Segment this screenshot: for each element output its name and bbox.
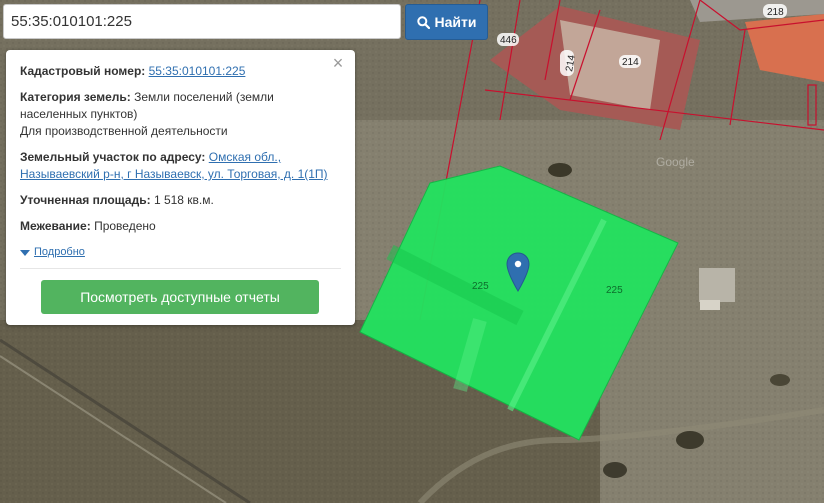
- parcel-label-446: 446: [500, 35, 517, 46]
- expand-triangle-icon: [20, 249, 30, 256]
- survey-row: Межевание: Проведено: [20, 218, 341, 235]
- map-watermark: Google: [656, 155, 695, 169]
- parcel-label-218: 218: [767, 7, 784, 18]
- search-bar: Найти: [3, 4, 488, 40]
- area-label: Уточненная площадь:: [20, 193, 151, 207]
- cadastral-number-link[interactable]: 55:35:010101:225: [149, 64, 246, 78]
- address-row: Земельный участок по адресу: Омская обл.…: [20, 149, 341, 183]
- divider: [20, 268, 341, 269]
- land-category-label: Категория земель:: [20, 90, 131, 104]
- details-link[interactable]: Подробно: [34, 244, 85, 261]
- parcel-label-225-a: 225: [472, 281, 489, 292]
- search-icon: [416, 15, 430, 29]
- land-category-row: Категория земель: Земли поселений (земли…: [20, 89, 341, 140]
- land-use-value: Для производственной деятельности: [20, 124, 228, 138]
- search-button[interactable]: Найти: [405, 4, 488, 40]
- location-marker-icon[interactable]: [506, 252, 530, 292]
- tree: [603, 462, 627, 478]
- tree: [770, 374, 790, 386]
- tree: [676, 431, 704, 449]
- parcel-label-225-b: 225: [606, 285, 623, 296]
- search-button-label: Найти: [434, 14, 477, 30]
- area-value: 1 518 кв.м.: [153, 193, 214, 207]
- survey-label: Межевание:: [20, 219, 91, 233]
- view-reports-button[interactable]: Посмотреть доступные отчеты: [41, 280, 319, 314]
- cadastral-number-row: Кадастровый номер: 55:35:010101:225: [20, 63, 341, 80]
- outbuilding-2: [700, 300, 720, 310]
- address-label: Земельный участок по адресу:: [20, 150, 206, 164]
- close-icon[interactable]: ×: [330, 54, 346, 72]
- outbuilding: [699, 268, 735, 302]
- survey-value: Проведено: [94, 219, 156, 233]
- cadastral-search-input[interactable]: [3, 4, 401, 39]
- parcel-info-popup: × Кадастровый номер: 55:35:010101:225 Ка…: [6, 50, 355, 325]
- area-row: Уточненная площадь: 1 518 кв.м.: [20, 192, 341, 209]
- details-toggle[interactable]: Подробно: [20, 244, 341, 261]
- tree: [548, 163, 572, 177]
- parcel-label-214-b: 214: [622, 57, 639, 68]
- cadastral-number-label: Кадастровый номер:: [20, 64, 146, 78]
